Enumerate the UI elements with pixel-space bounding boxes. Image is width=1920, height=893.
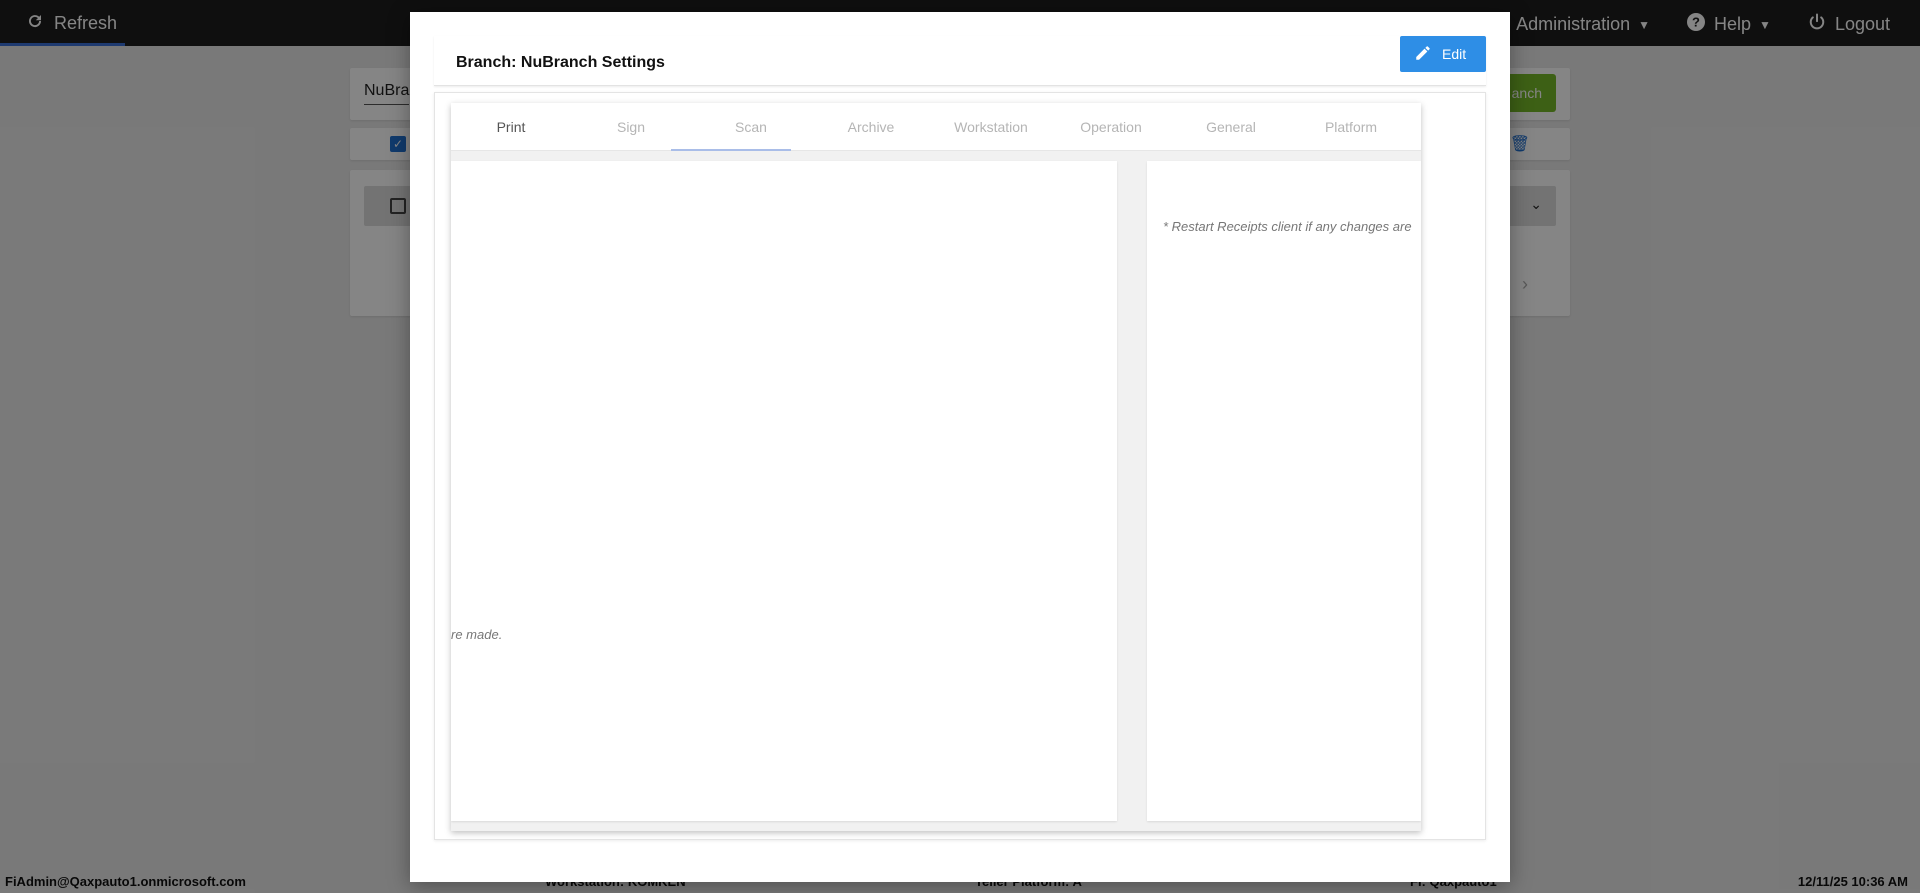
settings-tabs: Print Sign Scan Archive Workstation Oper… — [451, 103, 1421, 151]
settings-panel: Print Sign Scan Archive Workstation Oper… — [451, 103, 1421, 831]
restart-note-fragment: re made. — [451, 627, 503, 642]
settings-left-pane: re made. — [451, 161, 1117, 821]
dialog-title: Branch: NuBranch Settings — [456, 54, 665, 71]
tab-general[interactable]: General — [1171, 103, 1291, 150]
tab-operation[interactable]: Operation — [1051, 103, 1171, 150]
tab-workstation[interactable]: Workstation — [931, 103, 1051, 150]
settings-dialog: Branch: NuBranch Settings Edit Print Sig… — [410, 12, 1510, 882]
edit-label: Edit — [1442, 46, 1467, 62]
dialog-body: Print Sign Scan Archive Workstation Oper… — [434, 92, 1486, 840]
restart-note: * Restart Receipts client if any changes… — [1163, 219, 1412, 234]
tab-archive[interactable]: Archive — [811, 103, 931, 150]
tab-sign[interactable]: Sign — [571, 103, 691, 150]
tab-indicator — [671, 149, 791, 151]
tab-scan[interactable]: Scan — [691, 103, 811, 150]
tab-print[interactable]: Print — [451, 103, 571, 150]
tab-platform[interactable]: Platform — [1291, 103, 1411, 150]
settings-right-pane: * Restart Receipts client if any changes… — [1147, 161, 1421, 821]
edit-button[interactable]: Edit — [1400, 36, 1486, 72]
pencil-icon — [1414, 44, 1432, 65]
dialog-header: Branch: NuBranch Settings Edit — [434, 36, 1486, 86]
